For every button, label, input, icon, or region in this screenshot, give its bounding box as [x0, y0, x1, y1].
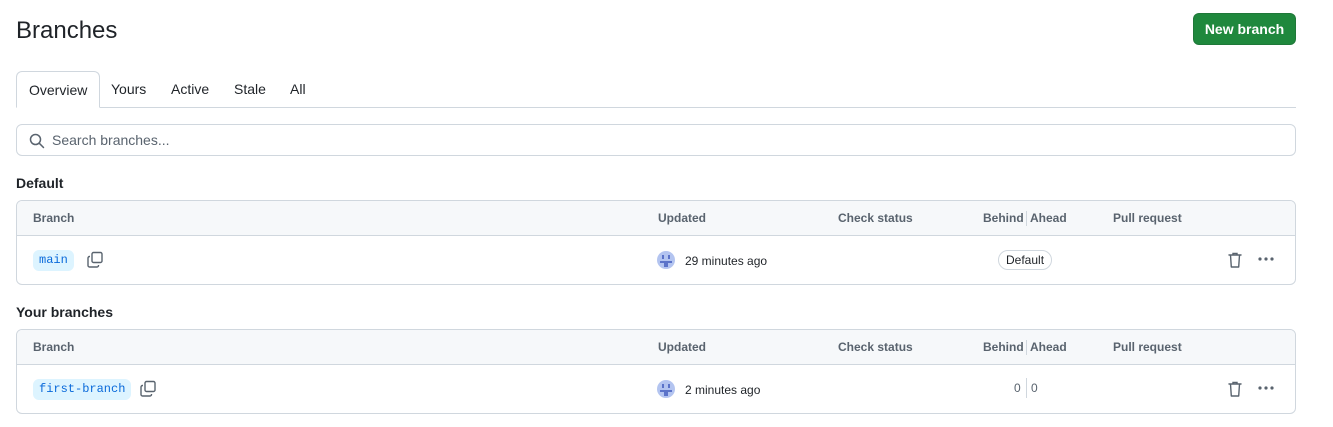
- tab-all[interactable]: All: [290, 71, 306, 108]
- tab-yours[interactable]: Yours: [111, 71, 146, 108]
- behind-ahead-divider: [1026, 378, 1027, 398]
- copy-icon[interactable]: [139, 380, 157, 398]
- column-branch: Branch: [33, 211, 75, 225]
- column-divider: [1026, 340, 1027, 355]
- column-divider: [1026, 211, 1027, 226]
- copy-icon[interactable]: [86, 251, 104, 269]
- column-behind: Behind: [983, 340, 1024, 354]
- tab-overview[interactable]: Overview: [16, 71, 101, 108]
- avatar[interactable]: [657, 380, 675, 398]
- column-ahead: Ahead: [1030, 340, 1067, 354]
- column-updated: Updated: [658, 211, 706, 225]
- kebab-icon[interactable]: [1256, 379, 1276, 397]
- updated-time: 2 minutes ago: [685, 383, 761, 397]
- table-row: first-branch 2 minutes ago 0 0: [17, 365, 1295, 413]
- avatar[interactable]: [657, 251, 675, 269]
- table-row: main 29 minutes ago Default: [17, 236, 1295, 284]
- page-title: Branches: [16, 17, 118, 44]
- column-updated: Updated: [658, 340, 706, 354]
- trash-icon[interactable]: [1227, 380, 1243, 398]
- section-title-default: Default: [16, 175, 64, 191]
- column-check-status: Check status: [838, 340, 913, 354]
- column-behind: Behind: [983, 211, 1024, 225]
- your-branches-table: Branch Updated Check status Behind Ahead…: [16, 329, 1296, 414]
- branch-tabs: Overview Yours Active Stale All: [16, 71, 1296, 108]
- updated-time: 29 minutes ago: [685, 254, 768, 268]
- section-title-your-branches: Your branches: [16, 304, 113, 320]
- branch-name-link[interactable]: first-branch: [33, 379, 132, 400]
- column-pull-request: Pull request: [1113, 340, 1182, 354]
- column-branch: Branch: [33, 340, 75, 354]
- search-icon: [29, 133, 45, 149]
- default-branch-table: Branch Updated Check status Behind Ahead…: [16, 200, 1296, 285]
- kebab-icon[interactable]: [1256, 250, 1276, 268]
- tab-stale[interactable]: Stale: [234, 71, 266, 108]
- trash-icon[interactable]: [1227, 251, 1243, 269]
- table-header: Branch Updated Check status Behind Ahead…: [17, 201, 1295, 236]
- branch-name-link[interactable]: main: [33, 250, 74, 271]
- column-check-status: Check status: [838, 211, 913, 225]
- behind-count: 0: [1014, 381, 1021, 395]
- ahead-count: 0: [1031, 381, 1038, 395]
- search-box: [16, 124, 1296, 156]
- new-branch-button[interactable]: New branch: [1193, 13, 1296, 45]
- default-badge: Default: [998, 250, 1053, 270]
- column-ahead: Ahead: [1030, 211, 1067, 225]
- search-input[interactable]: [52, 125, 1282, 155]
- column-pull-request: Pull request: [1113, 211, 1182, 225]
- tab-active[interactable]: Active: [171, 71, 209, 108]
- table-header: Branch Updated Check status Behind Ahead…: [17, 330, 1295, 365]
